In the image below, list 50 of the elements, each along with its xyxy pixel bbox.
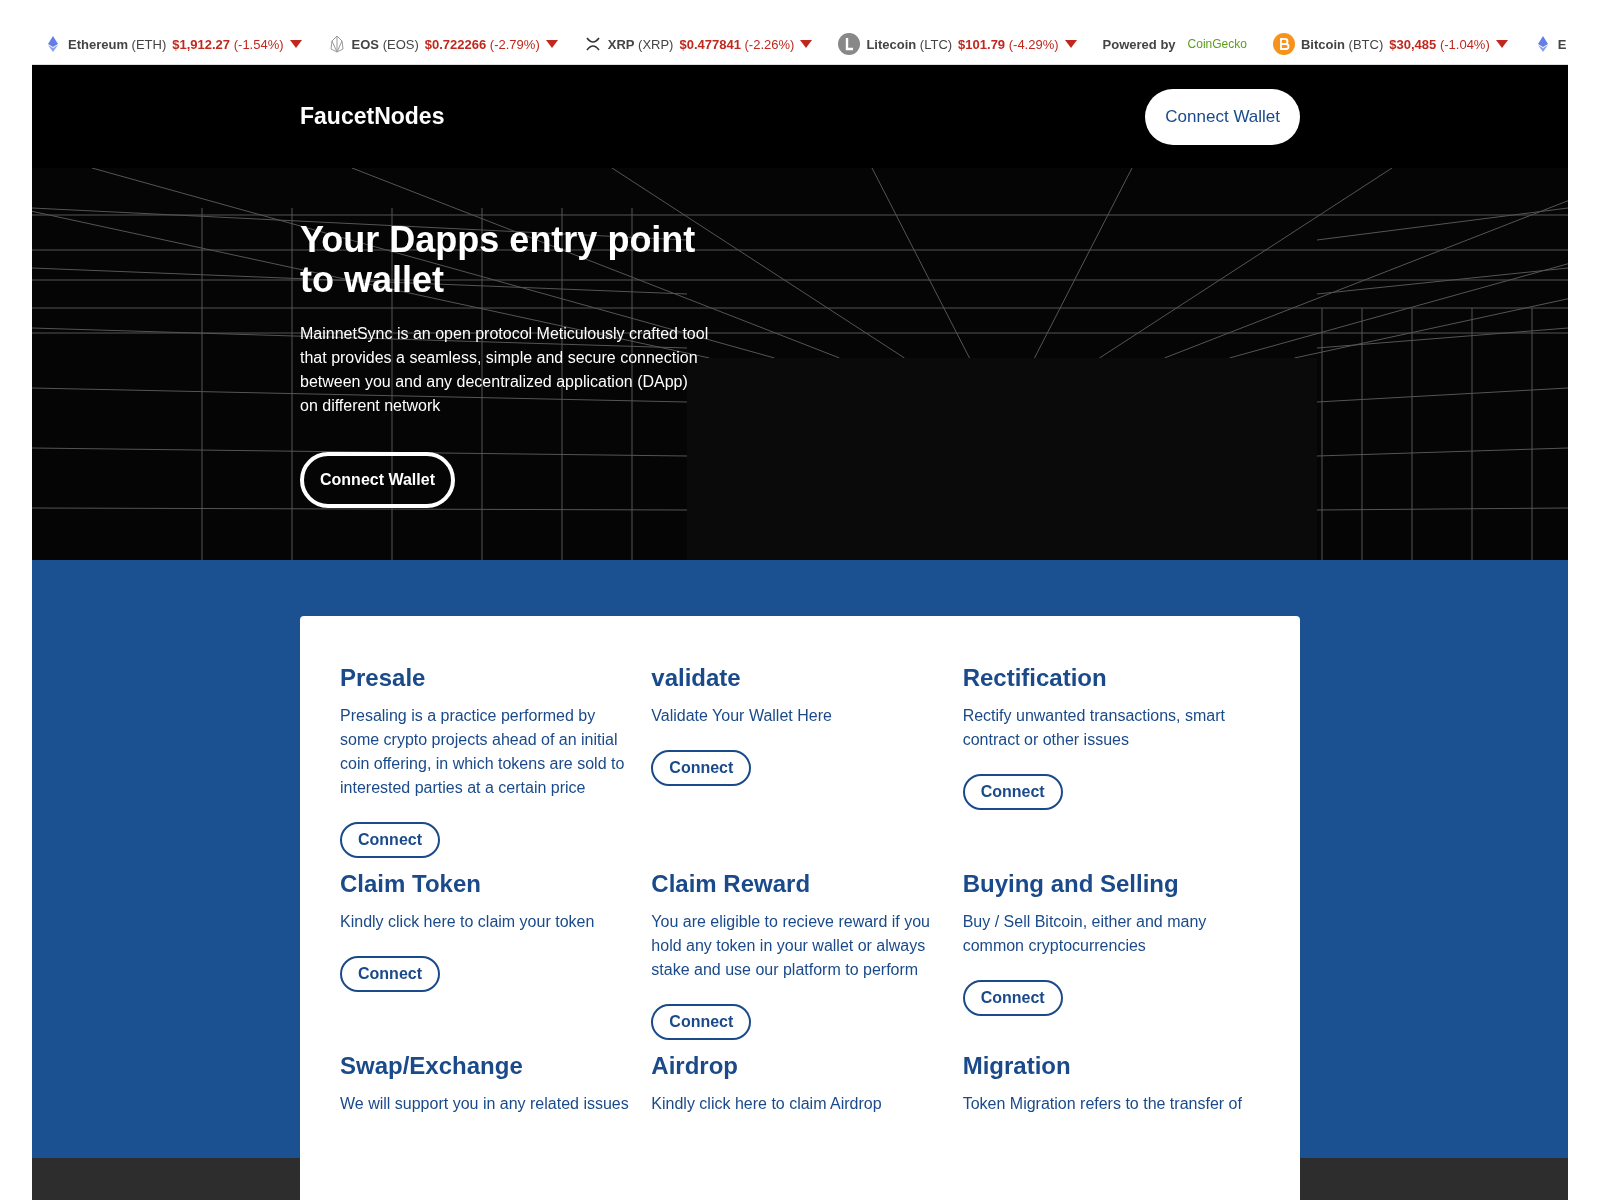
service-text: Rectify unwanted transactions, smart contract or other issues — [962, 706, 1226, 750]
connect-button[interactable]: Connect — [962, 980, 1063, 1016]
service-text: You are eligible to recieve reward if you hold any token in your wallet or always stake and use our platform to perform — [651, 912, 931, 980]
site-logo[interactable]: FaucetNodes — [300, 103, 445, 130]
service-text: We will support you in any related issues — [340, 1094, 629, 1114]
powered-by-label: Powered by — [1102, 36, 1176, 52]
coin-price: $1,912.27 (-1.54%) — [172, 36, 284, 52]
connect-button[interactable]: Connect — [651, 1004, 752, 1040]
connect-wallet-button[interactable]: Connect Wallet — [1145, 88, 1300, 145]
service-text: Buy / Sell Bitcoin, either and many common cryptocurrencies — [962, 912, 1208, 956]
service-title: Migration — [962, 1052, 1071, 1080]
caret-icon — [289, 40, 302, 48]
caret-icon — [1064, 40, 1077, 48]
caret-icon — [800, 40, 813, 48]
connect-button[interactable]: Connect — [962, 774, 1063, 810]
caret-icon — [545, 40, 558, 48]
coin-name: Bitcoin (BTC) — [1300, 36, 1384, 52]
service-title: validate — [651, 664, 741, 692]
hero-text: MainnetSync is an open protocol Meticulously crafted tool that provides a seamless, simple and secure connection between you and any decentralized application (DApp) on different network — [300, 324, 710, 416]
service-title: Airdrop — [651, 1052, 738, 1080]
service-title: Claim Reward — [651, 870, 811, 898]
connect-button[interactable]: Connect — [651, 750, 752, 786]
service-title: Swap/Exchange — [340, 1052, 523, 1080]
coin-price: $101.79 (-4.29%) — [958, 36, 1059, 52]
coin-name: Litecoin (LTC) — [866, 36, 953, 52]
service-text: Token Migration refers to the transfer of — [962, 1094, 1242, 1114]
coin-name: E — [1557, 36, 1567, 52]
hero-title: Your Dapps entry point to wallet — [300, 220, 697, 300]
coin-name: EOS (EOS) — [351, 36, 419, 52]
connect-button[interactable]: Connect — [340, 956, 440, 992]
coin-name: XRP (XRP) — [607, 36, 674, 52]
service-title: Buying and Selling — [962, 870, 1179, 898]
caret-icon — [1495, 40, 1508, 48]
service-title: Presale — [340, 664, 426, 692]
coin-name: Ethereum (ETH) — [68, 36, 167, 52]
service-text: Validate Your Wallet Here — [651, 706, 832, 726]
service-text: Kindly click here to claim Airdrop — [651, 1094, 882, 1114]
coin-price: $0.477841 (-2.26%) — [679, 36, 795, 52]
cross-icon — [583, 35, 602, 53]
connect-button[interactable]: Connect — [340, 822, 440, 858]
coin-price: $0.722266 (-2.79%) — [424, 36, 540, 52]
coin-icon — [1272, 33, 1295, 55]
coin-price: $30,485 (-1.04%) — [1389, 36, 1490, 52]
service-title: Rectification — [962, 664, 1107, 692]
connect-wallet-button[interactable]: Connect Wallet — [300, 452, 455, 508]
service-title: Claim Token — [340, 870, 481, 898]
coin-icon — [838, 33, 861, 55]
crystal-icon — [327, 35, 346, 53]
service-text: Presaling is a practice performed by some crypto projects ahead of an initial coin offering, in which tokens are sold to interested parties at a certain price — [340, 706, 626, 798]
service-text: Kindly click here to claim your token — [340, 912, 595, 932]
